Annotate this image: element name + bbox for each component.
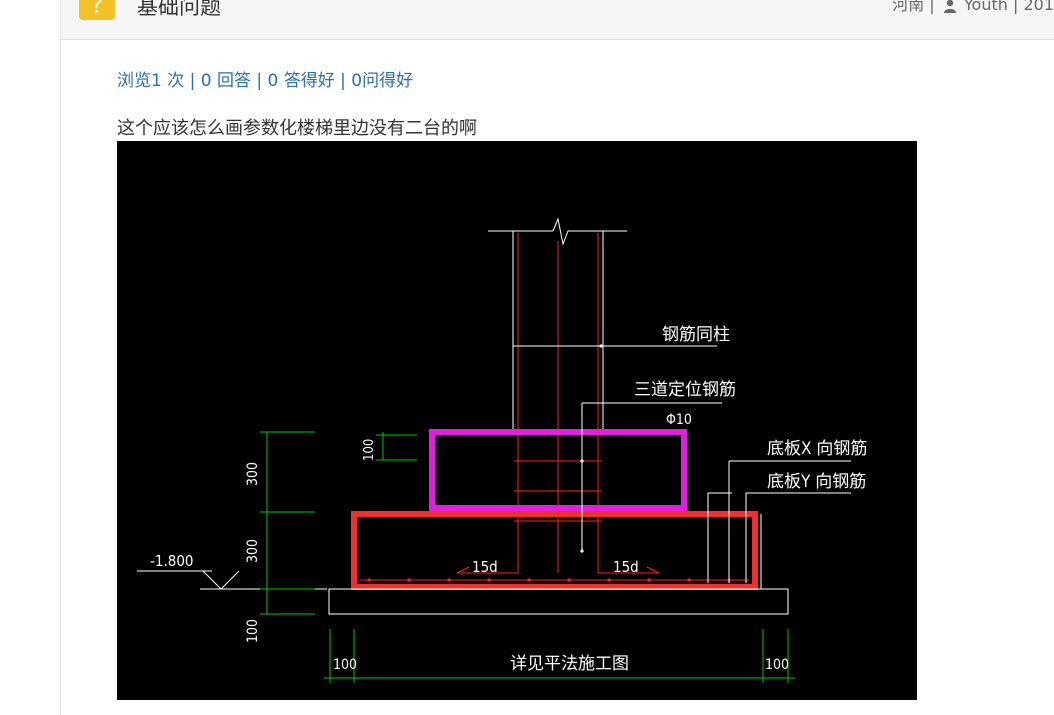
label-see-drawing: 详见平法施工图 <box>510 654 629 674</box>
question-text: 这个应该怎么画参数化楼梯里边没有二台的啊 <box>117 118 477 139</box>
label-phi10: Φ10 <box>666 412 692 428</box>
label-anchor-left: 15d <box>472 558 498 576</box>
question-meta: 河南 | Youth | 201 <box>892 0 1054 15</box>
meta-date: | 201 <box>1012 0 1054 14</box>
label-bottom-y: 底板Y 向钢筋 <box>767 472 866 492</box>
question-mark-icon: ? <box>79 0 115 20</box>
meta-user[interactable]: Youth <box>964 0 1008 14</box>
cad-foundation-drawing: 钢筋同柱 三道定位钢筋 Φ10 底板X 向钢筋 底板Y 向钢筋 -1.800 1… <box>117 141 917 700</box>
label-dim-100-br: 100 <box>765 657 789 673</box>
category-title[interactable]: 基础问题 <box>137 0 221 21</box>
label-rebar-same-column: 钢筋同柱 <box>662 325 730 345</box>
label-anchor-right: 15d <box>613 558 639 576</box>
left-gutter <box>0 0 61 715</box>
label-dim-100-left: 100 <box>245 619 261 643</box>
label-positioning-bars: 三道定位钢筋 <box>634 380 736 400</box>
user-icon <box>943 0 956 13</box>
label-dim-300-bottom: 300 <box>245 539 261 563</box>
label-dim-100-bl: 100 <box>333 657 357 673</box>
label-elevation: -1.800 <box>150 552 194 570</box>
question-stats: 浏览1 次 | 0 回答 | 0 答得好 | 0问得好 <box>117 71 414 91</box>
label-bottom-x: 底板X 向钢筋 <box>767 439 867 459</box>
question-header: ? 基础问题 河南 | Youth | 201 <box>61 0 1054 40</box>
meta-location: 河南 | <box>892 0 935 14</box>
label-dim-100-top: 100 <box>362 439 377 461</box>
question-image[interactable]: 钢筋同柱 三道定位钢筋 Φ10 底板X 向钢筋 底板Y 向钢筋 -1.800 1… <box>117 141 917 700</box>
label-dim-300-top: 300 <box>245 462 261 486</box>
